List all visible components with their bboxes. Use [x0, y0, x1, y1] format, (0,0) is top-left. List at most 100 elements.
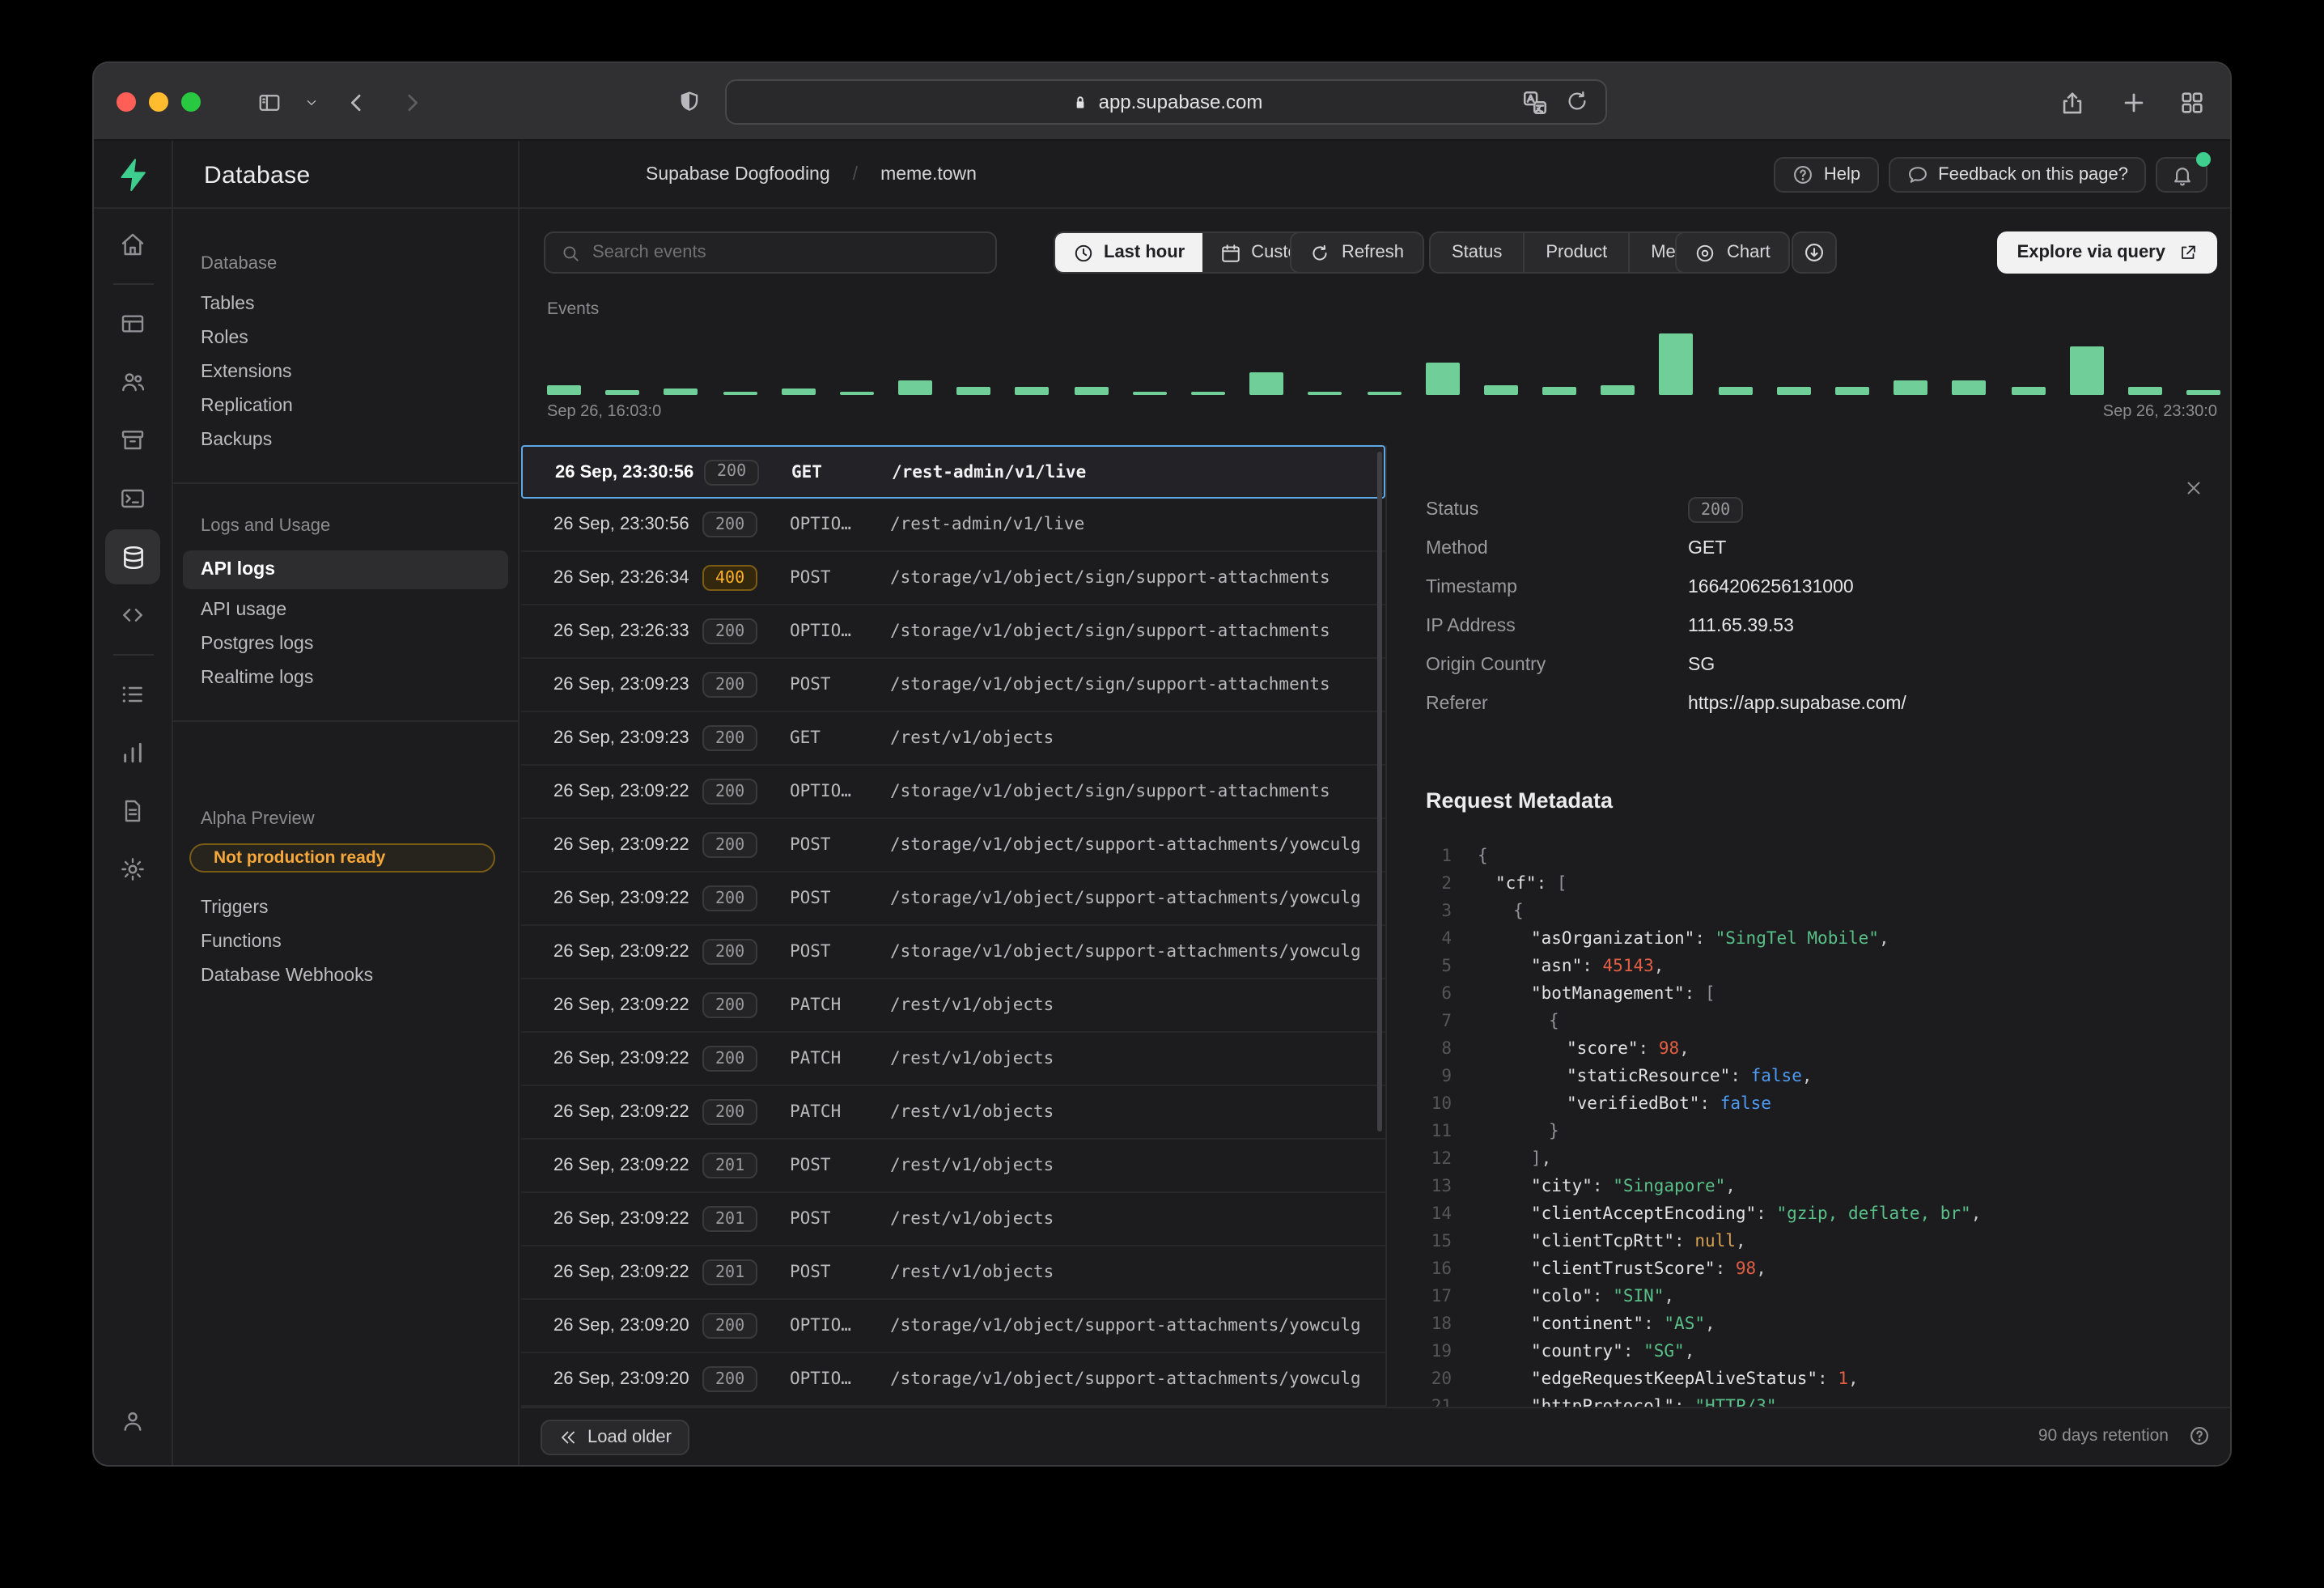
nav-item-functions[interactable]: Functions	[173, 926, 518, 960]
explore-via-query-button[interactable]: Explore via query	[1998, 231, 2217, 274]
table-row[interactable]: 26 Sep, 23:09:22201POST/rest/v1/objects	[521, 1193, 1385, 1246]
rail-item-auth[interactable]	[105, 355, 160, 410]
line-number: 16	[1423, 1256, 1452, 1284]
table-row[interactable]: 26 Sep, 23:30:56200GET/rest-admin/v1/liv…	[521, 445, 1385, 499]
feedback-button[interactable]: Feedback on this page?	[1888, 157, 2146, 193]
plus-icon	[2119, 88, 2147, 116]
rail-divider	[112, 283, 153, 285]
chevron-right-icon	[399, 90, 423, 114]
code-line: 19"country": "SG",	[1387, 1339, 2230, 1366]
table-row[interactable]: 26 Sep, 23:26:34400POST/storage/v1/objec…	[521, 552, 1385, 605]
code-line: 12],	[1387, 1146, 2230, 1174]
table-row[interactable]: 26 Sep, 23:09:22201POST/rest/v1/objects	[521, 1140, 1385, 1193]
privacy-shield-button[interactable]	[670, 83, 709, 121]
last-hour-button[interactable]: Last hour	[1055, 231, 1202, 274]
refresh-button[interactable]: Refresh	[1290, 231, 1423, 274]
table-row[interactable]: 26 Sep, 23:09:22200PATCH/rest/v1/objects	[521, 1086, 1385, 1140]
table-row[interactable]: 26 Sep, 23:09:20200OPTIO…/storage/v1/obj…	[521, 1300, 1385, 1353]
list-icon	[120, 681, 146, 707]
close-window-button[interactable]	[117, 92, 136, 112]
supabase-logo[interactable]	[94, 141, 173, 209]
log-path: /rest-admin/v1/live	[890, 515, 1363, 534]
nav-item-replication[interactable]: Replication	[173, 390, 518, 424]
table-row[interactable]: 26 Sep, 23:09:22200POST/storage/v1/objec…	[521, 873, 1385, 926]
log-timestamp: 26 Sep, 23:09:22	[553, 1049, 689, 1068]
download-logs-button[interactable]	[1792, 231, 1837, 274]
table-row[interactable]: 26 Sep, 23:09:22200PATCH/rest/v1/objects	[521, 1033, 1385, 1086]
code-content: "continent": "AS",	[1531, 1311, 1715, 1339]
table-row[interactable]: 26 Sep, 23:09:20200OPTIO…/storage/v1/obj…	[521, 1353, 1385, 1407]
nav-item-roles[interactable]: Roles	[173, 322, 518, 356]
nav-item-backups[interactable]: Backups	[173, 424, 518, 458]
code-line: 3{	[1387, 898, 2230, 926]
table-row[interactable]: 26 Sep, 23:09:22201POST/rest/v1/objects	[521, 1246, 1385, 1300]
search-input[interactable]	[592, 243, 981, 262]
supabase-bolt-icon	[115, 157, 151, 193]
table-row[interactable]: 26 Sep, 23:09:22200POST/storage/v1/objec…	[521, 819, 1385, 873]
rail-item-settings[interactable]	[105, 842, 160, 897]
filter-product[interactable]: Product	[1525, 231, 1630, 274]
log-method: GET	[790, 728, 821, 748]
rail-item-api[interactable]	[105, 588, 160, 643]
forward-button[interactable]	[392, 83, 430, 121]
log-timestamp: 26 Sep, 23:30:56	[553, 515, 689, 534]
rail-item-home[interactable]	[105, 217, 160, 272]
address-bar[interactable]: app.supabase.com	[725, 79, 1607, 125]
code-line: 20"edgeRequestKeepAliveStatus": 1,	[1387, 1366, 2230, 1394]
table-row[interactable]: 26 Sep, 23:26:33200OPTIO…/storage/v1/obj…	[521, 605, 1385, 659]
rail-item-reports[interactable]	[105, 725, 160, 780]
table-row[interactable]: 26 Sep, 23:09:22200PATCH/rest/v1/objects	[521, 979, 1385, 1033]
detail-field-label: Origin Country	[1426, 656, 1688, 675]
nav-item-api-logs[interactable]: API logs	[183, 550, 508, 589]
table-row[interactable]: 26 Sep, 23:09:22200POST/storage/v1/objec…	[521, 926, 1385, 979]
rail-item-docs[interactable]	[105, 783, 160, 839]
filter-status[interactable]: Status	[1431, 231, 1525, 274]
line-number: 8	[1423, 1036, 1452, 1064]
side-nav: DatabaseTablesRolesExtensionsReplication…	[173, 209, 520, 1465]
breadcrumb-project[interactable]: meme.town	[880, 165, 977, 185]
table-row[interactable]: 26 Sep, 23:09:22200OPTIO…/storage/v1/obj…	[521, 766, 1385, 819]
load-older-button[interactable]: Load older	[541, 1420, 689, 1455]
scrollbar-thumb[interactable]	[1376, 452, 1382, 1132]
nav-item-api-usage[interactable]: API usage	[173, 594, 518, 628]
table-row[interactable]: 26 Sep, 23:30:56200OPTIO…/rest-admin/v1/…	[521, 499, 1385, 552]
back-button[interactable]	[337, 83, 375, 121]
notifications-button[interactable]	[2156, 157, 2207, 193]
nav-item-extensions[interactable]: Extensions	[173, 356, 518, 390]
line-number: 12	[1423, 1146, 1452, 1174]
minimize-window-button[interactable]	[149, 92, 168, 112]
log-method: POST	[790, 1156, 831, 1175]
nav-item-postgres-logs[interactable]: Postgres logs	[173, 628, 518, 662]
share-button[interactable]	[2052, 83, 2091, 121]
rail-item-sql-editor[interactable]	[105, 471, 160, 526]
status-badge: 200	[702, 1099, 757, 1125]
table-row[interactable]: 26 Sep, 23:09:23200POST/storage/v1/objec…	[521, 659, 1385, 712]
breadcrumb-org[interactable]: Supabase Dogfooding	[646, 165, 830, 185]
rail-item-storage[interactable]	[105, 413, 160, 468]
rail-item-database[interactable]	[105, 529, 160, 584]
refresh-icon	[1309, 242, 1330, 263]
chart-toggle-button[interactable]: Chart	[1675, 231, 1790, 274]
reload-icon[interactable]	[1565, 88, 1589, 116]
nav-item-realtime-logs[interactable]: Realtime logs	[173, 662, 518, 696]
nav-item-triggers[interactable]: Triggers	[173, 892, 518, 926]
sidebar-toggle-icon[interactable]	[249, 83, 288, 121]
new-tab-button[interactable]	[2114, 83, 2152, 121]
status-badge: 200	[702, 832, 757, 858]
status-badge: 200	[702, 1366, 757, 1392]
nav-item-database-webhooks[interactable]: Database Webhooks	[173, 960, 518, 994]
rail-item-logs[interactable]	[105, 667, 160, 722]
zoom-window-button[interactable]	[181, 92, 201, 112]
rail-item-table-editor[interactable]	[105, 296, 160, 351]
translate-icon[interactable]	[1521, 88, 1549, 116]
retention-help-icon[interactable]	[2188, 1425, 2211, 1447]
line-number: 5	[1423, 953, 1452, 981]
status-badge: 200	[702, 512, 757, 537]
rail-item-account[interactable]	[105, 1394, 160, 1449]
tab-overview-button[interactable]	[2172, 83, 2211, 121]
detail-field-label: Timestamp	[1426, 578, 1688, 597]
tab-group-chevron-icon[interactable]	[291, 83, 330, 121]
nav-item-tables[interactable]: Tables	[173, 288, 518, 322]
help-button[interactable]: Help	[1774, 157, 1878, 193]
table-row[interactable]: 26 Sep, 23:09:23200GET/rest/v1/objects	[521, 712, 1385, 766]
